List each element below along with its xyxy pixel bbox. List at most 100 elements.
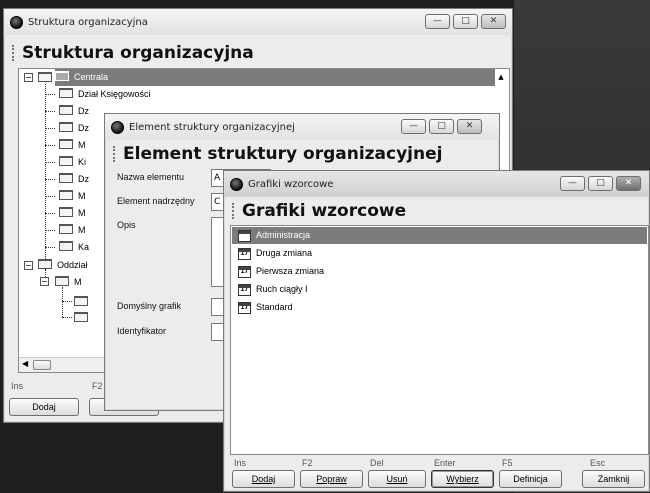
shortcut-f2: F2 [92,381,103,391]
minimize-button[interactable]: — [560,176,585,191]
app-icon [111,120,124,134]
tree-connector [45,111,55,112]
scroll-up-arrow[interactable]: ▲ [495,71,507,83]
collapse-toggle[interactable]: − [40,277,49,286]
folder-icon [59,241,73,251]
list-item-label: Pierwsza zmiana [256,266,325,276]
list-item[interactable]: 17 Pierwsza zmiana [232,263,647,280]
tree-item-label: M [78,225,86,235]
tree-item[interactable]: Dział Księgowości [59,86,151,103]
scroll-left-arrow[interactable]: ◀ [22,359,28,368]
tree-item[interactable]: Dz [59,120,89,137]
edit-button[interactable]: Popraw [300,470,363,488]
tree-connector [62,301,72,302]
tree-connector [62,317,72,318]
list-item-label: Administracja [256,230,311,240]
template-schedules-window: Grafiki wzorcowe — □ ✕ Grafiki wzorcowe … [223,170,650,492]
tree-connector [45,247,55,248]
maximize-button[interactable]: □ [429,119,454,134]
folder-icon [59,224,73,234]
delete-button[interactable]: Usuń [368,470,426,488]
tree-item[interactable]: M [59,188,86,205]
folder-icon [38,72,52,82]
window-title: Struktura organizacyjna [28,16,148,28]
close-button[interactable]: ✕ [616,176,641,191]
tree-item[interactable]: Ka [59,239,89,256]
tree-item-label: Dz [78,123,89,133]
collapse-toggle[interactable]: − [24,261,33,270]
tree-connector [45,269,46,277]
choose-button[interactable]: Wybierz [431,470,494,488]
tree-connector [45,196,55,197]
maximize-button[interactable]: □ [588,176,613,191]
tree-item-label: M [78,191,86,201]
list-item[interactable]: 17 Ruch ciągły I [232,281,647,298]
tree-connector [45,162,55,163]
tree-connector [62,287,63,317]
app-icon [230,177,243,191]
tree-item-label: M [78,140,86,150]
schedule-list[interactable]: 17 Administracja 17 Druga zmiana 17 Pierwsz… [230,225,649,455]
tree-item[interactable]: M [59,205,86,222]
add-button[interactable]: Dodaj [9,398,79,416]
folder-icon [59,190,73,200]
list-item[interactable]: 17 Druga zmiana [232,245,647,262]
tree-item[interactable]: Dz [59,103,89,120]
tree-item-label: Ka [78,242,90,252]
calendar-icon: 17 [238,248,251,260]
default-schedule-label: Domyślny grafik [117,301,182,311]
folder-icon [55,276,69,286]
calendar-icon: 17 [238,302,251,314]
list-item[interactable]: 17 Administracja [232,227,647,244]
scroll-thumb[interactable] [33,360,51,370]
description-label: Opis [117,220,136,230]
tree-item-label: M [74,277,82,287]
close-button[interactable]: ✕ [457,119,482,134]
tree-item[interactable]: Ki [59,154,86,171]
shortcut-f5: F5 [502,458,513,468]
tree-connector [45,213,55,214]
shortcut-enter: Enter [434,458,456,468]
shortcut-ins: Ins [11,381,24,391]
folder-icon [59,105,73,115]
calendar-icon: 17 [238,284,251,296]
delete-button-label: Usuń [386,474,408,484]
window-title: Element struktury organizacyjnej [129,121,295,133]
minimize-button[interactable]: — [425,14,450,29]
identifier-label: Identyfikator [117,326,167,336]
folder-icon [59,173,73,183]
folder-icon [59,122,73,132]
maximize-button[interactable]: □ [453,14,478,29]
page-title: Struktura organizacyjna [8,39,508,67]
folder-icon [59,156,73,166]
close-dialog-button[interactable]: Zamknij [582,470,645,488]
shortcut-del: Del [370,458,384,468]
minimize-button[interactable]: — [401,119,426,134]
tree-item[interactable]: M [55,274,82,291]
tree-item[interactable]: M [59,137,86,154]
tree-item-centrala[interactable]: Centrala [55,69,495,86]
list-item[interactable]: 17 Standard [232,299,647,316]
collapse-toggle[interactable]: − [24,73,33,82]
window-title: Grafiki wzorcowe [248,178,334,190]
tree-item-label: Ki [78,157,87,167]
shortcut-f2: F2 [302,458,313,468]
folder-icon [55,71,69,81]
tree-connector [45,145,55,146]
tree-item-label: Oddział [57,260,88,270]
list-item-label: Standard [256,302,293,312]
tree-item-label: Centrala [74,72,109,82]
shortcut-esc: Esc [590,458,606,468]
page-title: Element struktury organizacyjnej [109,140,495,168]
add-button[interactable]: Dodaj [232,470,295,488]
folder-icon [74,312,88,322]
folder-icon [59,139,73,149]
tree-item[interactable]: Dz [59,171,89,188]
calendar-icon: 17 [238,230,251,242]
tree-item[interactable]: M [59,222,86,239]
tree-item-label: Dz [78,174,89,184]
close-button[interactable]: ✕ [481,14,506,29]
element-name-label: Nazwa elementu [117,172,185,182]
definition-button[interactable]: Definicja [499,470,562,488]
list-item-label: Druga zmiana [256,248,313,258]
